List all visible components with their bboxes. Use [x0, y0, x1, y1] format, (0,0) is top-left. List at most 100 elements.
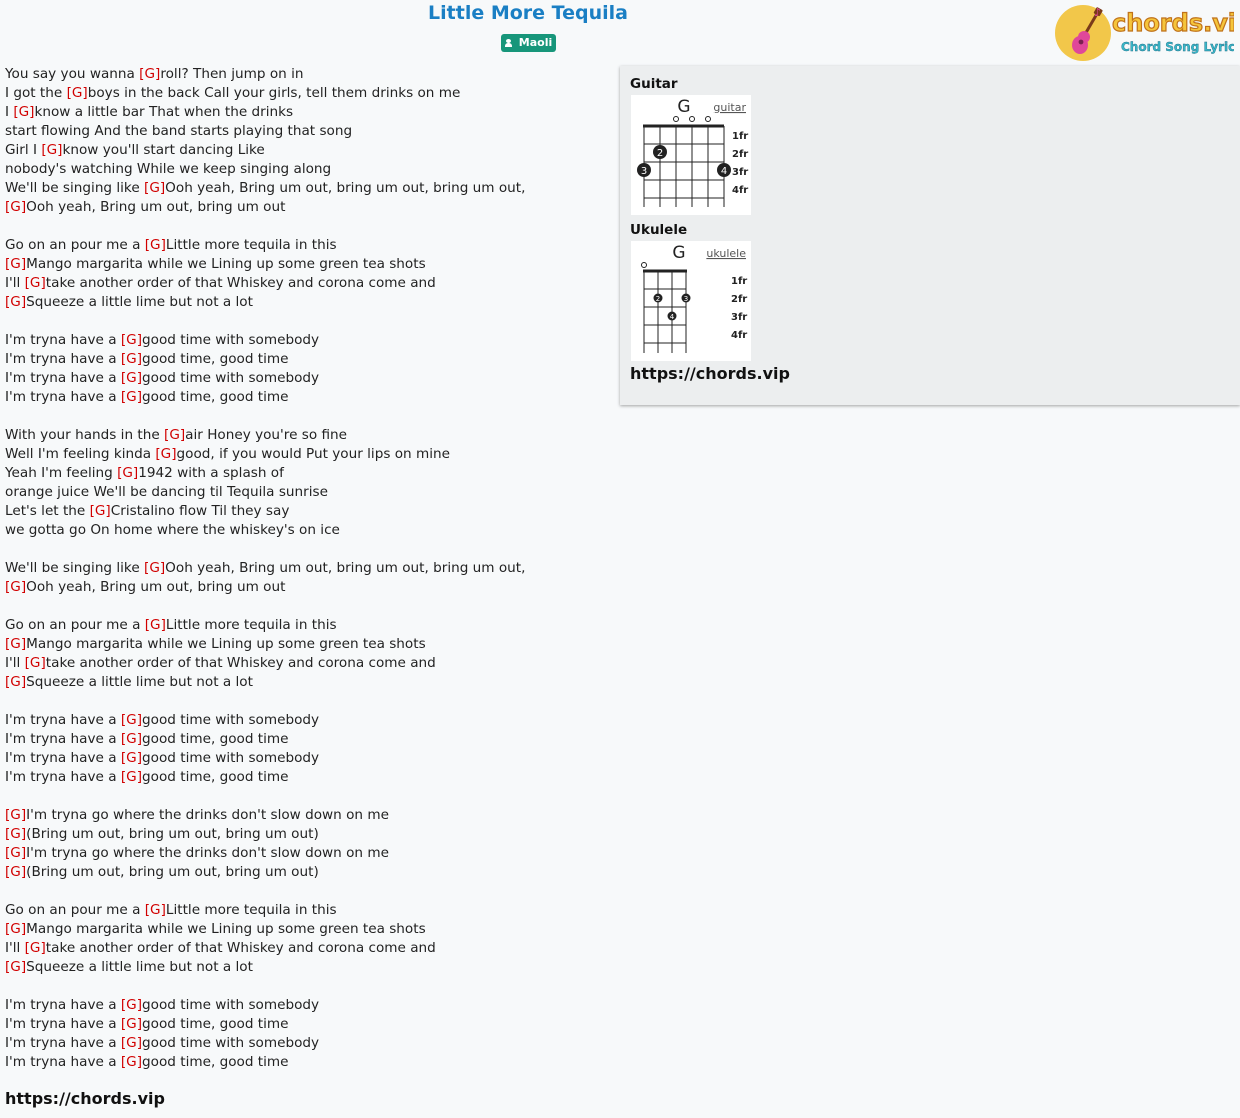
music-note-icon: ♪	[1094, 6, 1101, 19]
lyric-line: I'm tryna have a [G]good time, good time	[5, 388, 605, 407]
lyric-line: Go on an pour me a [G]Little more tequil…	[5, 236, 605, 255]
lyric-text: Squeeze a little lime but not a lot	[26, 959, 253, 975]
guitar-finger-3: 4	[721, 166, 727, 177]
chord-marker[interactable]: [G]	[121, 769, 142, 785]
chord-marker[interactable]: [G]	[25, 940, 46, 956]
chord-marker[interactable]: [G]	[25, 275, 46, 291]
person-icon	[504, 39, 512, 47]
chord-marker[interactable]: [G]	[5, 864, 26, 880]
lyric-line: Go on an pour me a [G]Little more tequil…	[5, 901, 605, 920]
lyric-text: orange juice We'll be dancing til Tequil…	[5, 484, 328, 500]
lyric-line: [G]Squeeze a little lime but not a lot	[5, 293, 605, 312]
chord-marker[interactable]: [G]	[121, 997, 142, 1013]
chord-marker[interactable]: [G]	[5, 807, 26, 823]
chord-marker[interactable]: [G]	[121, 1035, 142, 1051]
chord-marker[interactable]: [G]	[121, 731, 142, 747]
logo-tagline: Chord Song Lyric	[1121, 40, 1234, 54]
lyric-text: good time with somebody	[142, 712, 320, 728]
lyric-text: nobody's watching While we keep singing …	[5, 161, 332, 177]
guitar-chord-name: G	[677, 97, 690, 117]
lyric-text: I'll	[5, 655, 25, 671]
lyric-text: air Honey you're so fine	[185, 427, 348, 443]
lyric-text: good time with somebody	[142, 332, 320, 348]
chord-marker[interactable]: [G]	[121, 712, 142, 728]
lyric-line: I'm tryna have a [G]good time with someb…	[5, 331, 605, 350]
chord-marker[interactable]: [G]	[121, 370, 142, 386]
guitar-label: Guitar	[630, 76, 678, 92]
lyric-line: Well I'm feeling kinda [G]good, if you w…	[5, 445, 605, 464]
chord-marker[interactable]: [G]	[121, 351, 142, 367]
chord-marker[interactable]: [G]	[121, 1054, 142, 1070]
ukulele-chord-diagram[interactable]: G ukulele 2 3 4 1fr 2fr 3fr 4fr	[631, 241, 751, 361]
lyric-text: roll? Then jump on in	[160, 66, 304, 82]
lyric-text: good time with somebody	[142, 370, 320, 386]
chord-marker[interactable]: [G]	[121, 1016, 142, 1032]
chord-marker[interactable]: [G]	[13, 104, 34, 120]
panel-url[interactable]: https://chords.vip	[630, 364, 790, 383]
chord-marker[interactable]: [G]	[5, 636, 26, 652]
lyric-line: Girl I [G]know you'll start dancing Like	[5, 141, 605, 160]
chord-marker[interactable]: [G]	[5, 921, 26, 937]
lyric-text: good time with somebody	[142, 750, 320, 766]
chord-marker[interactable]: [G]	[145, 237, 166, 253]
guitar-link[interactable]: guitar	[713, 101, 746, 114]
chord-marker[interactable]: [G]	[5, 959, 26, 975]
ukulele-link[interactable]: ukulele	[706, 247, 746, 260]
lyric-text: I'm tryna have a	[5, 997, 121, 1013]
guitar-fret-3: 3fr	[732, 167, 748, 178]
lyric-line: We'll be singing like [G]Ooh yeah, Bring…	[5, 179, 605, 198]
artist-badge[interactable]: Maoli	[501, 34, 556, 52]
lyric-text: good time, good time	[142, 1054, 289, 1070]
lyric-line: Yeah I'm feeling [G]1942 with a splash o…	[5, 464, 605, 483]
ukulele-chord-name: G	[672, 243, 685, 263]
chord-marker[interactable]: [G]	[41, 142, 62, 158]
lyric-text: Squeeze a little lime but not a lot	[26, 674, 253, 690]
chord-marker[interactable]: [G]	[121, 332, 142, 348]
lyric-text: (Bring um out, bring um out, bring um ou…	[26, 864, 319, 880]
lyric-line: Let's let the [G]Cristalino flow Til the…	[5, 502, 605, 521]
lyric-text: know a little bar That when the drinks	[34, 104, 294, 120]
chord-marker[interactable]: [G]	[164, 427, 185, 443]
chord-marker[interactable]: [G]	[5, 826, 26, 842]
site-logo[interactable]: ♪ chords.vip Chord Song Lyric	[1054, 3, 1240, 63]
guitar-chord-diagram[interactable]: G guitar 2 3 4 1fr 2fr 3fr 4fr	[631, 95, 751, 215]
lyric-spacer	[5, 597, 605, 616]
lyric-line: [G]Mango margarita while we Lining up so…	[5, 255, 605, 274]
chord-marker[interactable]: [G]	[5, 199, 26, 215]
chord-marker[interactable]: [G]	[67, 85, 88, 101]
lyric-line: I'm tryna have a [G]good time with someb…	[5, 369, 605, 388]
chord-marker[interactable]: [G]	[121, 389, 142, 405]
guitar-fret-4: 4fr	[732, 185, 748, 196]
chord-marker[interactable]: [G]	[5, 674, 26, 690]
chord-marker[interactable]: [G]	[5, 294, 26, 310]
lyric-text: Ooh yeah, Bring um out, bring um out, br…	[165, 560, 526, 576]
lyric-spacer	[5, 312, 605, 331]
lyric-line: I'll [G]take another order of that Whisk…	[5, 939, 605, 958]
lyric-text: Ooh yeah, Bring um out, bring um out	[26, 199, 286, 215]
chord-marker[interactable]: [G]	[145, 902, 166, 918]
lyric-line: orange juice We'll be dancing til Tequil…	[5, 483, 605, 502]
ukulele-label: Ukulele	[630, 222, 688, 238]
chord-marker[interactable]: [G]	[155, 446, 176, 462]
lyric-text: Go on an pour me a	[5, 237, 145, 253]
chord-marker[interactable]: [G]	[139, 66, 160, 82]
lyric-line: I'll [G]take another order of that Whisk…	[5, 274, 605, 293]
chord-marker[interactable]: [G]	[121, 750, 142, 766]
chord-marker[interactable]: [G]	[25, 655, 46, 671]
lyric-text: I'm tryna have a	[5, 389, 121, 405]
ukulele-fret-4: 4fr	[731, 330, 747, 341]
lyric-text: good time, good time	[142, 389, 289, 405]
chord-marker[interactable]: [G]	[5, 845, 26, 861]
chord-marker[interactable]: [G]	[5, 579, 26, 595]
chord-marker[interactable]: [G]	[90, 503, 111, 519]
lyric-line: Go on an pour me a [G]Little more tequil…	[5, 616, 605, 635]
lyric-text: With your hands in the	[5, 427, 165, 443]
chord-marker[interactable]: [G]	[144, 180, 165, 196]
chord-marker[interactable]: [G]	[144, 560, 165, 576]
lyric-line: I'm tryna have a [G]good time with someb…	[5, 1034, 605, 1053]
chord-marker[interactable]: [G]	[145, 617, 166, 633]
chord-marker[interactable]: [G]	[5, 256, 26, 272]
lyric-line: [G](Bring um out, bring um out, bring um…	[5, 825, 605, 844]
chord-marker[interactable]: [G]	[117, 465, 138, 481]
lyrics-footer-url[interactable]: https://chords.vip	[5, 1089, 165, 1108]
